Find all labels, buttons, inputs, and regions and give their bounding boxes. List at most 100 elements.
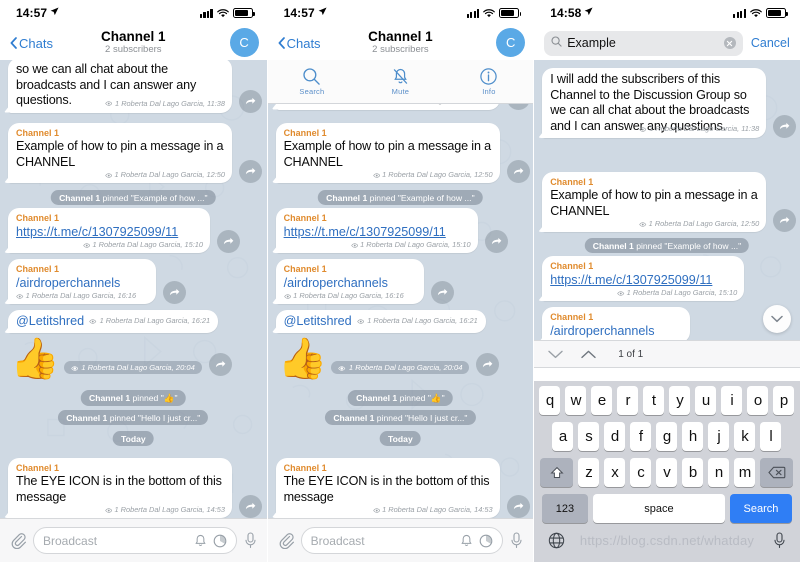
key-e[interactable]: e [591, 386, 613, 415]
cancel-search-button[interactable]: Cancel [751, 36, 790, 50]
message-bubble[interactable]: Channel 1 The EYE ICON is in the bottom … [8, 458, 232, 518]
search-action-button[interactable]: Search [268, 67, 357, 96]
message-row[interactable]: 👍 1 Roberta Dal Lago Garcia, 20:04 [10, 338, 232, 380]
key-h[interactable]: h [682, 422, 704, 451]
message-link[interactable]: https://t.me/c/1307925099/11 [16, 224, 203, 240]
forward-button[interactable] [239, 89, 262, 113]
forward-button[interactable] [208, 353, 232, 376]
key-b[interactable]: b [682, 458, 704, 487]
message-row[interactable]: Channel 1 https://t.me/c/1307925099/11 1… [542, 256, 745, 301]
forward-button[interactable] [430, 281, 454, 304]
forward-button[interactable] [239, 495, 262, 518]
message-command[interactable]: /airdroperchannels [550, 323, 683, 339]
message-command[interactable]: /airdroperchannels [16, 275, 149, 291]
message-bubble[interactable]: Channel 1 https://t.me/c/1307925099/11 1… [275, 208, 478, 253]
forward-button[interactable] [773, 209, 797, 232]
message-row[interactable]: I will add the subscribers of this Chann… [542, 68, 797, 138]
forward-button[interactable] [476, 353, 500, 376]
message-row[interactable]: Channel 1 Example of how to pin a messag… [8, 123, 262, 183]
key-z[interactable]: z [578, 458, 600, 487]
info-action-button[interactable]: Info [445, 67, 534, 96]
bell-icon[interactable] [460, 534, 473, 548]
key-t[interactable]: t [643, 386, 665, 415]
message-row[interactable]: Channel 1 The EYE ICON is in the bottom … [8, 458, 262, 518]
message-row[interactable]: Channel 1 The EYE ICON is in the bottom … [275, 458, 530, 518]
forward-button[interactable] [239, 160, 262, 183]
forward-button[interactable] [506, 495, 530, 518]
chat-scroll-area-3[interactable]: I will add the subscribers of this Chann… [534, 60, 800, 340]
key-j[interactable]: j [708, 422, 730, 451]
key-u[interactable]: u [695, 386, 717, 415]
forward-button[interactable] [506, 104, 530, 110]
key-d[interactable]: d [604, 422, 626, 451]
search-submit-key[interactable]: Search [729, 494, 792, 523]
key-c[interactable]: c [630, 458, 652, 487]
clear-circle-icon[interactable] [723, 37, 736, 49]
chat-scroll-area-2[interactable]: questions. 1 Roberta Dal Lago Garcia, 11… [267, 104, 534, 518]
message-bubble[interactable]: questions. 1 Roberta Dal Lago Garcia, 11… [275, 104, 500, 110]
mute-action-button[interactable]: Mute [356, 67, 445, 96]
forward-button[interactable] [163, 281, 186, 304]
paperclip-icon[interactable] [278, 532, 294, 549]
space-key[interactable]: space [592, 494, 725, 523]
message-bubble[interactable]: Channel 1 /airdroperchannels [542, 307, 691, 340]
message-link[interactable]: https://t.me/c/1307925099/11 [284, 224, 471, 240]
paperclip-icon[interactable] [10, 532, 26, 549]
microphone-icon[interactable] [244, 532, 257, 549]
timer-icon[interactable] [213, 534, 227, 548]
key-v[interactable]: v [656, 458, 678, 487]
message-row[interactable]: 👍 1 Roberta Dal Lago Garcia, 20:04 [278, 338, 500, 380]
key-k[interactable]: k [734, 422, 756, 451]
key-x[interactable]: x [604, 458, 626, 487]
key-l[interactable]: l [760, 422, 782, 451]
timer-icon[interactable] [479, 534, 493, 548]
message-mention[interactable]: @Letitshred [284, 313, 352, 329]
message-bubble[interactable]: Channel 1 Example of how to pin a messag… [275, 123, 500, 183]
message-row[interactable]: so we can all chat about the broadcasts … [8, 60, 262, 113]
message-row[interactable]: Channel 1 https://t.me/c/1307925099/11 1… [275, 208, 508, 253]
key-m[interactable]: m [734, 458, 756, 487]
back-to-chats-button[interactable]: Chats [10, 36, 53, 51]
bell-icon[interactable] [194, 534, 207, 548]
globe-icon[interactable] [548, 532, 565, 554]
forward-button[interactable] [217, 230, 240, 253]
message-row[interactable]: @Letitshred 1 Roberta Dal Lago Garcia, 1… [8, 310, 219, 333]
back-to-chats-button[interactable]: Chats [278, 36, 321, 51]
key-i[interactable]: i [721, 386, 743, 415]
broadcast-input[interactable]: Broadcast [33, 527, 237, 554]
message-bubble[interactable]: Channel 1 The EYE ICON is in the bottom … [275, 458, 500, 518]
message-row[interactable]: Channel 1 Example of how to pin a messag… [275, 123, 530, 183]
backspace-key[interactable] [760, 458, 794, 487]
forward-button[interactable] [773, 115, 797, 138]
message-bubble[interactable]: Channel 1 Example of how to pin a messag… [8, 123, 232, 183]
message-command[interactable]: /airdroperchannels [284, 275, 417, 291]
key-g[interactable]: g [656, 422, 678, 451]
search-input[interactable]: Example [544, 30, 743, 56]
key-o[interactable]: o [747, 386, 769, 415]
broadcast-input[interactable]: Broadcast [300, 527, 504, 554]
forward-button[interactable] [506, 160, 530, 183]
numbers-key[interactable]: 123 [541, 494, 588, 523]
key-n[interactable]: n [708, 458, 730, 487]
message-row[interactable]: Channel 1 https://t.me/c/1307925099/11 1… [8, 208, 240, 253]
forward-button[interactable] [484, 230, 508, 253]
message-bubble[interactable]: Channel 1 /airdroperchannels 1 Roberta D… [275, 259, 424, 304]
microphone-icon[interactable] [773, 532, 786, 554]
message-bubble[interactable]: Channel 1 /airdroperchannels 1 Roberta D… [8, 259, 156, 304]
chat-scroll-area-1[interactable]: so we can all chat about the broadcasts … [0, 60, 267, 518]
message-row[interactable]: Channel 1 /airdroperchannels 1 Roberta D… [275, 259, 454, 304]
message-bubble[interactable]: Channel 1 https://t.me/c/1307925099/11 1… [8, 208, 210, 253]
avatar[interactable]: C [496, 28, 526, 57]
key-f[interactable]: f [630, 422, 652, 451]
message-bubble[interactable]: I will add the subscribers of this Chann… [542, 68, 767, 138]
message-mention[interactable]: @Letitshred [16, 313, 84, 329]
key-s[interactable]: s [578, 422, 600, 451]
search-prev-button[interactable] [581, 350, 596, 359]
message-bubble[interactable]: Channel 1 Example of how to pin a messag… [542, 172, 767, 232]
search-next-button[interactable] [548, 350, 563, 359]
key-q[interactable]: q [539, 386, 561, 415]
message-row[interactable]: @Letitshred 1 Roberta Dal Lago Garcia, 1… [275, 310, 486, 333]
key-a[interactable]: a [552, 422, 574, 451]
scroll-to-bottom-button[interactable] [762, 305, 791, 333]
message-row[interactable]: Channel 1 /airdroperchannels [542, 307, 691, 340]
